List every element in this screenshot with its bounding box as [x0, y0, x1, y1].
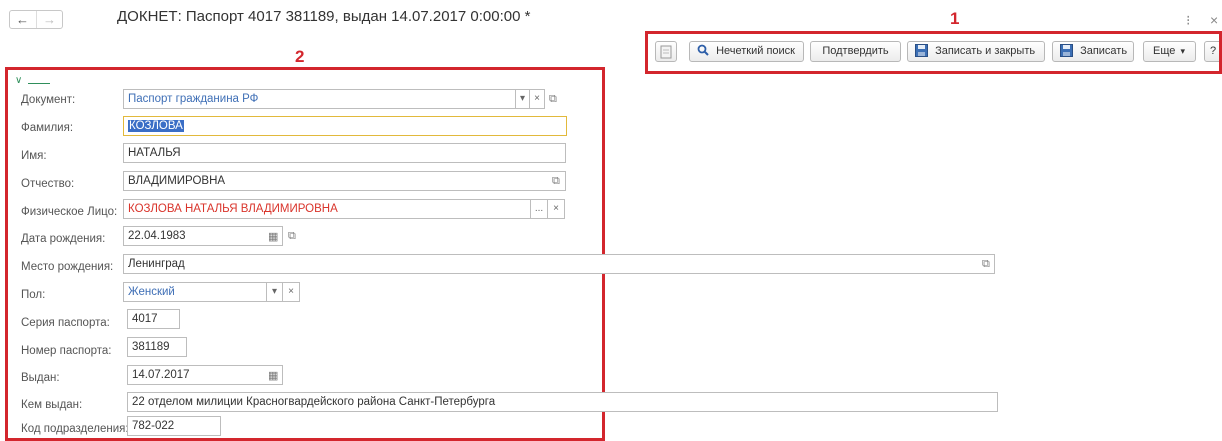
chevron-down-icon: ▾	[519, 93, 526, 104]
collapse-chevron-icon[interactable]: ∨	[15, 75, 22, 86]
annotation-number-1: 1	[950, 9, 960, 28]
issued-by-field[interactable]: 22 отделом милиции Красногвардейского ра…	[127, 392, 998, 412]
calendar-icon[interactable]: ▦	[268, 369, 278, 382]
document-label: Документ:	[21, 94, 76, 106]
surname-field[interactable]: КОЗЛОВА	[123, 116, 567, 136]
name-label: Имя:	[21, 150, 47, 162]
sex-label: Пол:	[21, 289, 46, 301]
clear-icon: ×	[553, 203, 559, 214]
clear-icon: ×	[534, 93, 540, 104]
back-icon[interactable]: ←	[16, 12, 29, 27]
number-label: Номер паспорта:	[21, 345, 112, 357]
division-code-field[interactable]: 782-022	[127, 416, 221, 436]
close-icon[interactable]: ×	[1210, 12, 1218, 28]
window-title: ДОКНЕТ: Паспорт 4017 381189, выдан 14.07…	[117, 8, 531, 25]
surname-value: КОЗЛОВА	[128, 120, 184, 132]
chevron-down-icon: ▾	[271, 286, 278, 297]
annotation-box-toolbar	[645, 31, 1222, 74]
forward-icon[interactable]: →	[43, 12, 56, 27]
clear-icon: ×	[288, 286, 294, 297]
document-field[interactable]: Паспорт гражданина РФ	[123, 89, 516, 109]
issued-label: Выдан:	[21, 372, 60, 384]
annotation-number-2: 2	[295, 47, 305, 66]
document-dropdown-button[interactable]: ▾	[515, 89, 530, 109]
person-label: Физическое Лицо:	[21, 206, 118, 218]
sex-field[interactable]: Женский	[123, 282, 267, 302]
birth-date-field[interactable]: 22.04.1983	[123, 226, 283, 246]
issued-field[interactable]: 14.07.2017	[127, 365, 283, 385]
birth-place-open-icon[interactable]: ⧉	[982, 258, 990, 271]
patronymic-field[interactable]: ВЛАДИМИРОВНА	[123, 171, 566, 191]
name-field[interactable]: НАТАЛЬЯ	[123, 143, 566, 163]
division-code-label: Код подразделения:	[21, 423, 129, 435]
birth-date-label: Дата рождения:	[21, 233, 106, 245]
sex-dropdown-button[interactable]: ▾	[266, 282, 283, 302]
nav-buttons: ← →	[9, 10, 63, 29]
number-field[interactable]: 381189	[127, 337, 187, 357]
person-select-button[interactable]: ...	[530, 199, 548, 219]
issued-by-label: Кем выдан:	[21, 399, 83, 411]
person-field[interactable]: КОЗЛОВА НАТАЛЬЯ ВЛАДИМИРОВНА	[123, 199, 531, 219]
birth-date-open-icon[interactable]: ⧉	[288, 230, 296, 243]
birth-place-field[interactable]: Ленинград	[123, 254, 995, 274]
document-clear-button[interactable]: ×	[529, 89, 545, 109]
series-field[interactable]: 4017	[127, 309, 180, 329]
surname-label: Фамилия:	[21, 122, 74, 134]
person-clear-button[interactable]: ×	[547, 199, 565, 219]
group-divider	[28, 83, 50, 84]
birth-place-label: Место рождения:	[21, 261, 114, 273]
series-label: Серия паспорта:	[21, 317, 110, 329]
ellipsis-icon: ...	[534, 203, 544, 214]
patronymic-open-icon[interactable]: ⧉	[552, 175, 560, 188]
patronymic-label: Отчество:	[21, 178, 75, 190]
calendar-icon[interactable]: ▦	[268, 230, 278, 243]
sex-clear-button[interactable]: ×	[282, 282, 300, 302]
document-open-icon[interactable]: ⧉	[549, 93, 557, 106]
menu-icon[interactable]: ⁝	[1186, 12, 1190, 29]
